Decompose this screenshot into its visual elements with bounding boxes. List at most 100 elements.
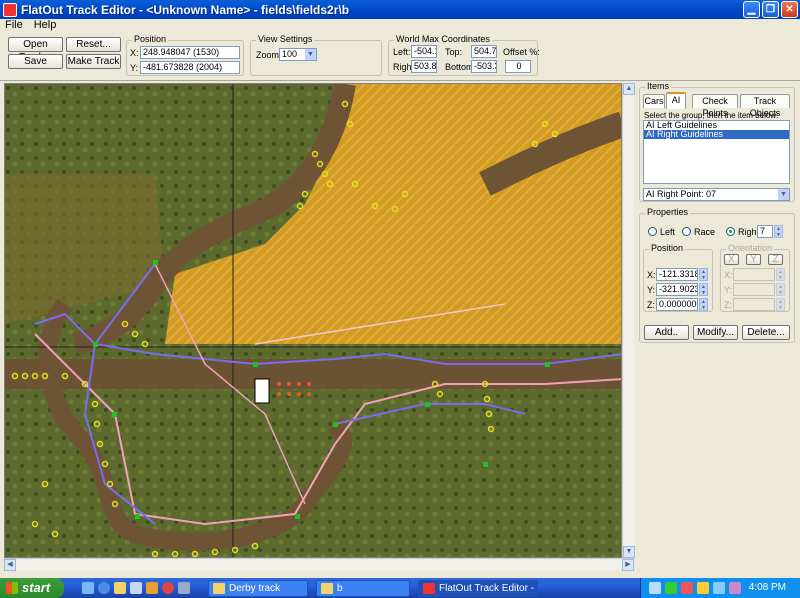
position-x-label: X: [130,48,139,58]
messenger-icon[interactable] [729,582,741,594]
maximize-button[interactable]: ❐ [762,1,779,18]
position-group-label: Position [132,34,169,44]
tool-icon[interactable] [178,582,190,594]
game-icon[interactable] [162,582,174,594]
orient-x-field [733,268,775,281]
track-map-canvas[interactable] [4,83,622,558]
position-subgroup-label: Position [649,243,686,253]
radio-race[interactable] [682,227,691,236]
world-left-label: Left: [393,47,411,57]
app-quicklaunch-icon[interactable] [146,582,158,594]
menu-bar: File Help [0,19,800,33]
task-derby-track-label: Derby track [229,583,281,594]
map-horizontal-scrollbar[interactable]: ◀ ▶ [4,558,634,571]
prop-x-spinner[interactable]: ▲ ▼ [699,268,708,281]
orient-x-spinner: ▲ ▼ [776,268,785,281]
tray-app-icon[interactable] [681,582,693,594]
list-item-ai-right-guidelines[interactable]: AI Right Guidelines [644,130,789,139]
view-settings-label: View Settings [256,34,315,44]
prop-y-field[interactable]: -321.902300 [656,283,698,296]
volume-icon[interactable] [697,582,709,594]
close-button[interactable]: ✕ [781,1,798,18]
radio-right-label: Right [738,227,760,237]
antivirus-icon[interactable] [665,582,677,594]
open-track-button[interactable]: Open Track... [8,37,63,63]
toolbar: Open Track... Reset... Save Make Track P… [0,33,800,81]
show-desktop-icon[interactable] [82,582,94,594]
add-button[interactable]: Add.. [644,325,689,340]
task-b-label: b [337,583,343,594]
radio-left[interactable] [648,227,657,236]
ai-point-select[interactable]: AI Right Point: 07 ▼ [643,188,790,201]
prop-x-label: X: [647,270,656,280]
make-track-button[interactable]: Make Track [66,54,121,69]
guideline-list[interactable]: AI Left Guidelines AI Right Guidelines [643,120,790,184]
prop-y-spinner[interactable]: ▲ ▼ [699,283,708,296]
radio-left-label: Left [660,227,676,237]
chevron-down-icon: ▼ [778,189,789,200]
windows-logo-icon [6,582,18,594]
zoom-value: 100 [282,49,298,59]
tab-ai[interactable]: AI [666,92,686,109]
world-left-field[interactable]: -504.1 [411,45,437,58]
media-icon[interactable] [130,582,142,594]
delete-button[interactable]: Delete... [742,325,790,340]
reset-button[interactable]: Reset... [66,37,121,52]
world-top-label: Top: [445,47,463,57]
radio-race-label: Race [694,227,716,237]
position-group: Position X: 248.948047 (1530) Y: -481.67… [126,34,244,76]
minimize-button[interactable]: ▁ [743,1,760,18]
network-icon[interactable] [649,582,661,594]
folder-icon[interactable] [114,582,126,594]
start-button[interactable]: start [0,578,64,598]
prop-z-field[interactable]: 0.000000 [656,298,698,311]
scroll-right-button[interactable]: ▶ [622,559,634,571]
view-settings-group: View Settings Zoom: 100 ▼ [250,34,382,76]
scroll-up-button[interactable]: ▲ [623,83,635,95]
modify-button[interactable]: Modify... [693,325,738,340]
ai-point-value: AI Right Point: 07 [646,189,717,199]
orient-z-button[interactable]: Z [768,254,783,265]
track-map[interactable] [5,84,622,558]
prop-y-label: Y: [647,285,656,295]
chevron-down-icon: ▼ [305,49,316,60]
tab-track-objects[interactable]: Track Objects [740,94,790,118]
browser-icon[interactable] [98,582,110,594]
items-group-label: Items [645,81,672,91]
prop-z-spinner[interactable]: ▲ ▼ [699,298,708,311]
world-coordinates-label: World Max Coordinates [394,34,492,44]
prop-x-field[interactable]: -121.331886 [656,268,698,281]
folder-icon [213,583,225,594]
save-button[interactable]: Save [8,54,63,69]
orient-z-field [733,298,775,311]
task-flatout-editor[interactable]: FlatOut Track Editor - ... [418,580,538,597]
orient-y-spinner: ▲ ▼ [776,283,785,296]
scroll-left-button[interactable]: ◀ [4,559,16,571]
world-right-field[interactable]: 503.8 [411,60,437,73]
point-number-field[interactable]: 7 [757,225,773,238]
task-b[interactable]: b [316,580,410,597]
orient-y-button[interactable]: Y [746,254,761,265]
task-flatout-editor-label: FlatOut Track Editor - ... [439,583,538,594]
connection-icon[interactable] [713,582,725,594]
map-vertical-scrollbar[interactable]: ▲ ▼ [622,83,635,558]
orient-x-button[interactable]: X [724,254,739,265]
taskbar: start Derby track b FlatOut Track Editor… [0,578,800,598]
clock: 4:08 PM [748,582,786,593]
zoom-label: Zoom: [256,50,282,60]
zoom-select[interactable]: 100 ▼ [279,48,317,61]
tab-cars[interactable]: Cars [643,94,665,108]
scroll-down-button[interactable]: ▼ [623,546,635,558]
radio-right[interactable] [726,227,735,236]
world-bottom-field[interactable]: -503.3 [471,60,497,73]
world-top-field[interactable]: 504.7 [471,45,497,58]
select-group-instruction: Select the group, then the item below: [644,111,779,120]
offset-field[interactable]: 0 [505,60,531,73]
prop-z-label: Z: [647,300,655,310]
world-coordinates-group: World Max Coordinates Left: -504.1 Top: … [388,34,540,76]
tab-check-points[interactable]: Check Points [692,94,738,118]
menu-file[interactable]: File [0,19,29,33]
task-derby-track[interactable]: Derby track [208,580,308,597]
menu-help[interactable]: Help [29,19,63,33]
point-number-spinner[interactable]: ▲ ▼ [774,225,783,238]
